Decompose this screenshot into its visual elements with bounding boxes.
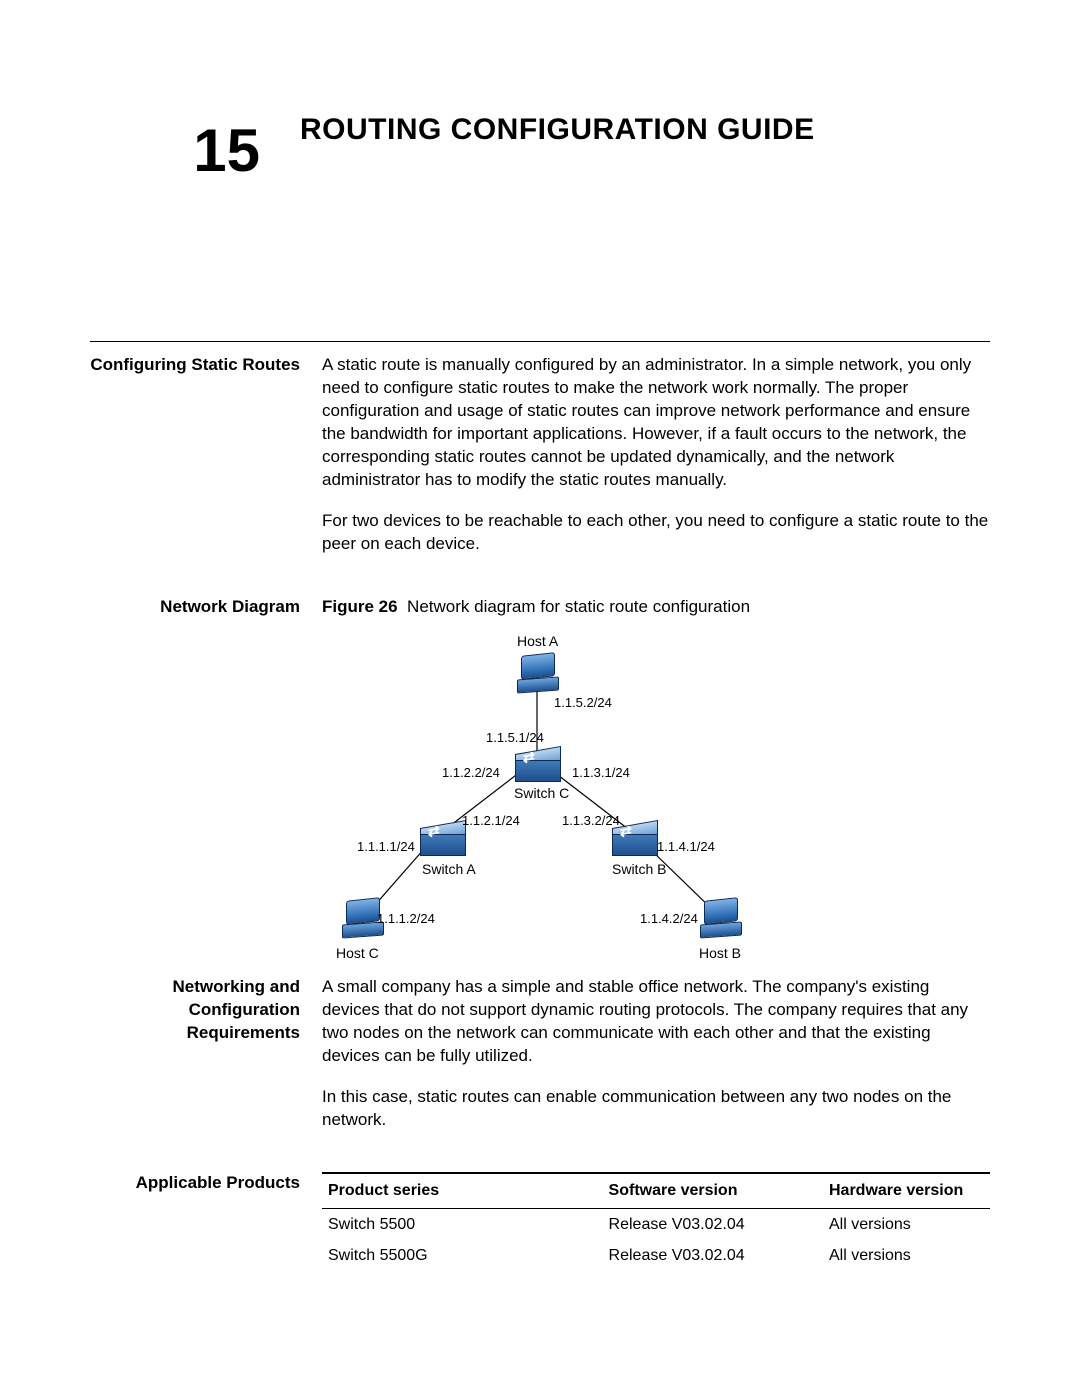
section-applicable-products: Applicable Products Product series Softw…	[90, 1172, 990, 1272]
ip-label: 1.1.4.2/24	[640, 910, 698, 928]
cell-product: Switch 5500G	[322, 1240, 603, 1272]
section-heading: Network Diagram	[90, 596, 322, 955]
cell-hardware: All versions	[823, 1240, 990, 1272]
diagram-lines	[322, 624, 902, 954]
table-row: Switch 5500G Release V03.02.04 All versi…	[322, 1240, 990, 1272]
chapter-number: 15	[90, 110, 300, 191]
col-hardware-version: Hardware version	[823, 1173, 990, 1208]
host-c-label: Host C	[336, 944, 379, 963]
paragraph: A small company has a simple and stable …	[322, 976, 990, 1068]
section-body: A small company has a simple and stable …	[322, 976, 990, 1150]
ip-label: 1.1.4.1/24	[657, 838, 715, 856]
section-body: Figure 26 Network diagram for static rou…	[322, 596, 990, 955]
ip-label: 1.1.5.1/24	[486, 729, 544, 747]
section-body: A static route is manually configured by…	[322, 354, 990, 574]
section-body: Product series Software version Hardware…	[322, 1172, 990, 1272]
figure-label: Figure 26	[322, 597, 398, 616]
ip-label: 1.1.2.2/24	[442, 764, 500, 782]
switch-a-label: Switch A	[422, 860, 476, 879]
figure-caption: Figure 26 Network diagram for static rou…	[322, 596, 990, 619]
section-network-diagram: Network Diagram Figure 26 Network diagra…	[90, 596, 990, 955]
figure-caption-text: Network diagram for static route configu…	[407, 597, 750, 616]
section-networking-req: Networking and Configuration Requirement…	[90, 976, 990, 1150]
ip-label: 1.1.3.1/24	[572, 764, 630, 782]
table-row: Switch 5500 Release V03.02.04 All versio…	[322, 1208, 990, 1240]
network-diagram: Host A 1.1.5.2/24 ⇄ 1.1.5.1/24 Switch C …	[322, 624, 990, 954]
switch-a-icon: ⇄	[420, 824, 464, 858]
section-heading: Applicable Products	[90, 1172, 322, 1272]
ip-label: 1.1.2.1/24	[462, 812, 520, 830]
host-a-label: Host A	[517, 632, 558, 651]
paragraph: For two devices to be reachable to each …	[322, 510, 990, 556]
page: 15 ROUTING CONFIGURATION GUIDE Configuri…	[0, 0, 1080, 1354]
section-heading: Networking and Configuration Requirement…	[90, 976, 322, 1150]
cell-software: Release V03.02.04	[603, 1240, 823, 1272]
section-heading: Configuring Static Routes	[90, 354, 322, 574]
ip-label: 1.1.1.2/24	[377, 910, 435, 928]
paragraph: A static route is manually configured by…	[322, 354, 990, 492]
divider	[90, 341, 990, 342]
table-header-row: Product series Software version Hardware…	[322, 1173, 990, 1208]
cell-software: Release V03.02.04	[603, 1208, 823, 1240]
col-product-series: Product series	[322, 1173, 603, 1208]
host-b-label: Host B	[699, 944, 741, 963]
switch-b-label: Switch B	[612, 860, 666, 879]
ip-label: 1.1.5.2/24	[554, 694, 612, 712]
chapter-title: ROUTING CONFIGURATION GUIDE	[300, 110, 815, 151]
host-c-icon	[342, 899, 382, 939]
chapter-header: 15 ROUTING CONFIGURATION GUIDE	[90, 110, 990, 191]
host-b-icon	[700, 899, 740, 939]
ip-label: 1.1.3.2/24	[562, 812, 620, 830]
host-a-icon	[517, 654, 557, 694]
products-table: Product series Software version Hardware…	[322, 1172, 990, 1272]
switch-c-icon: ⇄	[515, 750, 559, 784]
cell-hardware: All versions	[823, 1208, 990, 1240]
ip-label: 1.1.1.1/24	[357, 838, 415, 856]
col-software-version: Software version	[603, 1173, 823, 1208]
switch-c-label: Switch C	[514, 784, 569, 803]
section-configuring-static-routes: Configuring Static Routes A static route…	[90, 354, 990, 574]
paragraph: In this case, static routes can enable c…	[322, 1086, 990, 1132]
cell-product: Switch 5500	[322, 1208, 603, 1240]
chapter-title-text: ROUTING CONFIGURATION GUIDE	[300, 113, 815, 146]
